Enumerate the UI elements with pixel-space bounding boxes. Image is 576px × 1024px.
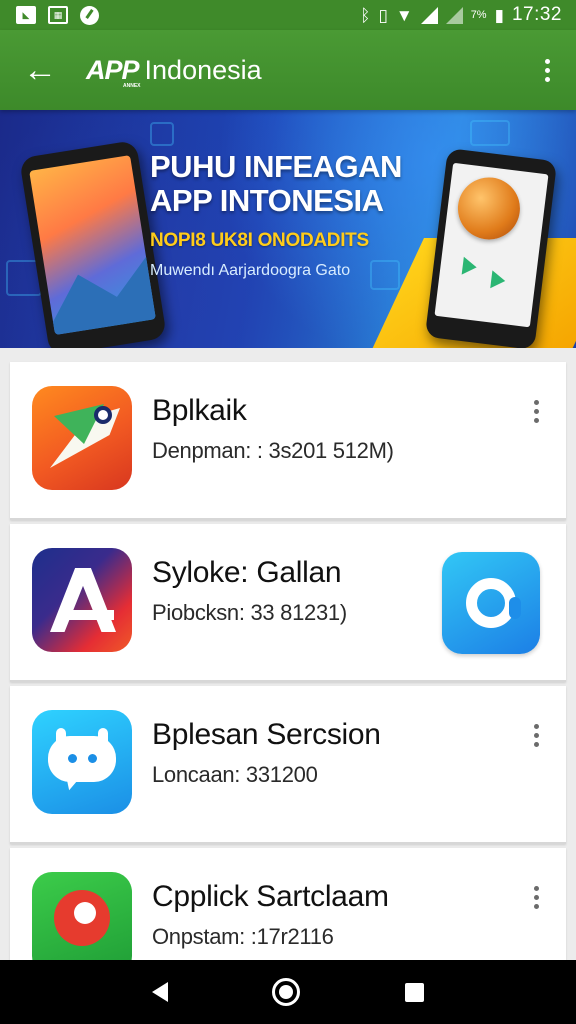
notification-icon: ◣	[16, 6, 36, 24]
overflow-menu-button[interactable]	[532, 50, 562, 90]
status-left: ◣ ▦	[16, 5, 99, 25]
app-title: APP Indonesia	[86, 54, 262, 89]
banner-deco-square	[470, 120, 510, 146]
banner-subheadline: NOPI8 UK8I ONODADITS	[150, 230, 369, 252]
app-bar: ← APP Indonesia	[0, 30, 576, 110]
app-detail: Onpstam: :17r2116	[152, 924, 334, 949]
banner-headline-1: PUHU INFEAGAN	[150, 149, 402, 184]
banner-caption: Muwendı Aarjardoogra Gato	[150, 262, 351, 280]
list-item[interactable]: Syloke: Gallan Piobcksn: 33 81231)	[10, 524, 566, 682]
compass-icon	[80, 5, 99, 25]
vibrate-icon: ▯	[378, 5, 388, 25]
status-bar: ◣ ▦ ᛒ ▯ ▼ 7% ▮ 17:32	[0, 0, 576, 30]
app-brand-logo: APP	[86, 55, 140, 89]
status-right: ᛒ ▯ ▼ 7% ▮ 17:32	[360, 4, 562, 26]
app-name: Bplesan Sercsion	[152, 718, 381, 751]
basketball-icon	[454, 173, 524, 243]
item-menu-button[interactable]	[526, 396, 546, 426]
a-app-icon	[32, 548, 132, 652]
play-store-icon	[490, 270, 507, 290]
app-name: Bplkaik	[152, 394, 247, 427]
status-time: 17:32	[511, 4, 562, 25]
signal-icon	[420, 6, 438, 24]
promo-banner[interactable]: PUHU INFEAGAN APP INTONESIA NOPI8 UK8I O…	[0, 110, 576, 348]
banner-deco-square	[150, 122, 174, 146]
home-circle-icon[interactable]	[272, 978, 301, 1006]
system-nav-bar	[0, 960, 576, 1024]
phone-illustration-right	[424, 148, 558, 348]
app-name: Cpplick Sartclaam	[152, 880, 389, 913]
banner-headline-2: APP INTONESIA	[150, 183, 384, 219]
battery-percent: 7%	[470, 9, 487, 21]
back-triangle-icon[interactable]	[152, 982, 169, 1002]
play-store-icon	[461, 256, 478, 277]
wifi-icon: ▼	[395, 5, 413, 25]
gallery-icon: ▦	[48, 6, 68, 24]
chat-app-icon	[32, 710, 132, 814]
recent-square-icon[interactable]	[404, 982, 424, 1002]
app-name: Syloke: Gallan	[152, 556, 342, 589]
list-item[interactable]: Bplesan Sercsion Loncaan: 331200	[10, 686, 566, 844]
app-detail: Denpman: : 3s201 512M)	[152, 438, 394, 463]
back-arrow-button[interactable]: ←	[20, 50, 60, 90]
app-title-text: Indonesia	[144, 54, 262, 85]
bluetooth-icon: ᛒ	[360, 5, 371, 25]
signal-icon-secondary	[445, 6, 463, 24]
phone-illustration-left	[19, 140, 167, 348]
item-menu-button[interactable]	[526, 882, 546, 912]
item-menu-button[interactable]	[526, 720, 546, 750]
circle-app-icon[interactable]	[442, 552, 540, 654]
app-detail: Loncaan: 331200	[152, 762, 318, 787]
bird-app-icon	[32, 386, 132, 490]
banner-text: PUHU INFEAGAN APP INTONESIA NOPI8 UK8I O…	[150, 149, 430, 280]
app-detail: Piobcksn: 33 81231)	[152, 600, 347, 625]
list-item[interactable]: Bplkaik Denpman: : 3s201 512M)	[10, 362, 566, 520]
app-list: Bplkaik Denpman: : 3s201 512M) Syloke: G…	[10, 362, 566, 1010]
battery-icon: ▮	[494, 5, 504, 25]
